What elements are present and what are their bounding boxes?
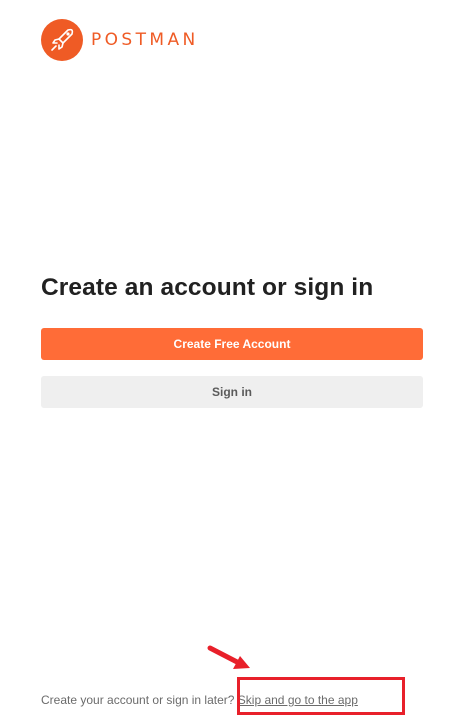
footer-prompt-text: Create your account or sign in later? [41,693,235,707]
postman-wordmark: POSTMAN [91,30,199,50]
page-title: Create an account or sign in [41,274,374,301]
red-arrow-icon [207,645,250,669]
annotation-highlight-box [237,677,405,715]
create-free-account-button[interactable]: Create Free Account [41,328,423,360]
postman-rocket-icon [41,19,83,61]
sign-in-button[interactable]: Sign in [41,376,423,408]
postman-logo: POSTMAN [41,18,199,62]
